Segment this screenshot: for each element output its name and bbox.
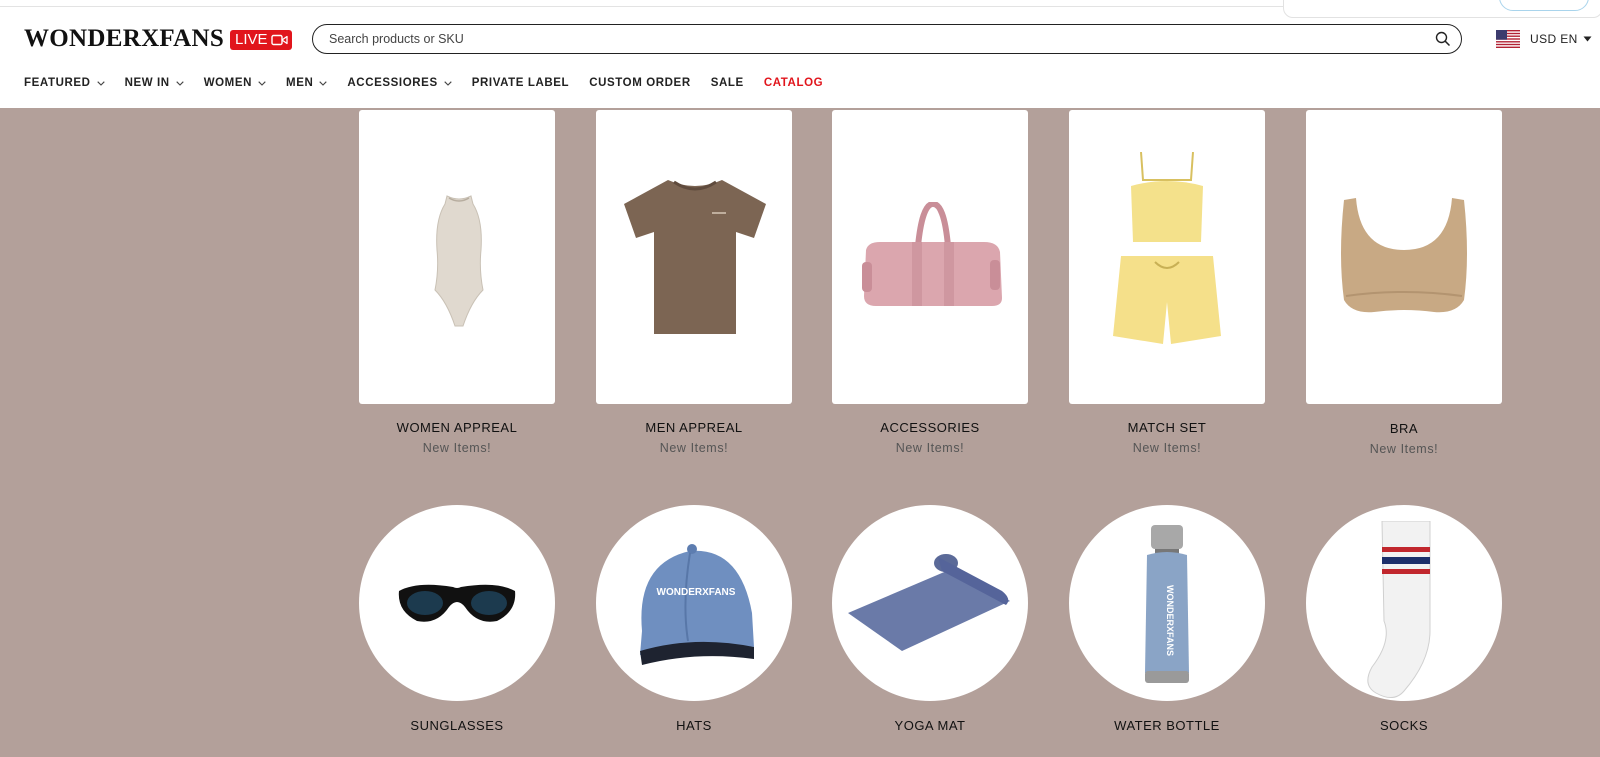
nav-item-private-label[interactable]: PRIVATE LABEL [472, 77, 569, 89]
category-title[interactable]: MATCH SET [1069, 420, 1265, 435]
nav-item-label: PRIVATE LABEL [471, 77, 570, 89]
category-card[interactable] [1069, 110, 1265, 404]
category-subtitle: New Items! [895, 441, 965, 455]
nav-item-men[interactable]: MEN [286, 77, 328, 89]
svg-text:WONDERXFANS: WONDERXFANS [657, 587, 736, 598]
nav-item-accessiores[interactable]: ACCESSIORES [347, 77, 452, 89]
locale-selector[interactable]: USD EN [1530, 32, 1592, 46]
category-card[interactable] [832, 110, 1028, 404]
category-title[interactable]: MEN APPREAL [596, 420, 792, 435]
main-nav: FEATURED NEW IN WOMEN MEN ACCESSIORES PRIVATE… [24, 77, 843, 89]
socks-image [1358, 520, 1450, 706]
bodysuit-image [419, 190, 499, 335]
category-card[interactable] [1306, 110, 1502, 404]
nav-item-label: SALE [710, 77, 744, 89]
live-label: LIVE [235, 31, 268, 48]
yoga-mat-image [846, 551, 1014, 660]
nav-item-label: FEATURED [24, 77, 91, 89]
duffel-bag-image [856, 201, 1006, 317]
nav-item-women[interactable]: WOMEN [204, 77, 266, 89]
category-subtitle: New Items! [1132, 441, 1202, 455]
category-subtitle: New Items! [422, 441, 492, 455]
svg-text:WONDERXFANS: WONDERXFANS [1165, 585, 1175, 656]
accessory-title[interactable]: SOCKS [1306, 718, 1502, 733]
bra-image [1336, 196, 1472, 323]
tshirt-image [620, 176, 770, 343]
accessory-title[interactable]: YOGA MAT [832, 718, 1028, 733]
us-flag-icon[interactable] [1496, 30, 1520, 48]
nav-item-label: CUSTOM ORDER [589, 77, 691, 89]
nav-item-label: NEW IN [124, 77, 170, 89]
chevron-down-icon [258, 80, 266, 86]
popup-panel [1283, 0, 1600, 18]
accessory-card[interactable]: WONDERXFANS [1069, 505, 1265, 701]
nav-item-label: WOMEN [203, 77, 253, 89]
nav-item-custom-order[interactable]: CUSTOM ORDER [589, 77, 691, 89]
category-title[interactable]: ACCESSORIES [832, 420, 1028, 435]
chevron-down-icon [444, 80, 452, 86]
locale-label: USD EN [1530, 32, 1578, 46]
chevron-down-icon [175, 80, 184, 86]
bottle-image: WONDERXFANS [1141, 525, 1193, 690]
category-title[interactable]: WOMEN APPREAL [359, 420, 555, 435]
site-header: WONDERXFANS LIVE USD EN FEATURED NEW IN WO… [0, 0, 1600, 108]
accessory-title[interactable]: WATER BOTTLE [1069, 718, 1265, 733]
accessory-card[interactable] [359, 505, 555, 701]
search-input[interactable] [329, 29, 1419, 49]
category-subtitle: New Items! [1369, 442, 1439, 456]
chevron-down-icon [96, 80, 105, 86]
accessory-card[interactable] [1306, 505, 1502, 701]
cap-image: WONDERXFANS [630, 543, 760, 670]
match-set-image [1107, 151, 1227, 357]
accessory-card[interactable] [832, 505, 1028, 701]
chevron-down-icon [319, 80, 328, 86]
accessory-card[interactable]: WONDERXFANS [596, 505, 792, 701]
category-title[interactable]: BRA [1306, 421, 1502, 436]
nav-item-catalog[interactable]: CATALOG [764, 77, 823, 89]
search-bar [312, 24, 1462, 54]
nav-item-label: MEN [286, 77, 314, 89]
nav-item-featured[interactable]: FEATURED [24, 77, 105, 89]
live-button[interactable]: LIVE [230, 30, 292, 50]
site-logo[interactable]: WONDERXFANS [24, 25, 224, 53]
accessory-title[interactable]: SUNGLASSES [359, 718, 555, 733]
caret-down-icon [1583, 36, 1592, 42]
category-card[interactable] [596, 110, 792, 404]
category-card[interactable] [359, 110, 555, 404]
search-icon[interactable] [1435, 31, 1451, 47]
category-subtitle: New Items! [659, 441, 729, 455]
nav-item-label: ACCESSIORES [347, 77, 438, 89]
accessory-title[interactable]: HATS [596, 718, 792, 733]
sunglasses-image [397, 581, 517, 630]
nav-item-sale[interactable]: SALE [711, 77, 744, 89]
nav-item-new-in[interactable]: NEW IN [125, 77, 184, 89]
video-camera-icon [270, 34, 288, 46]
popup-button[interactable] [1499, 0, 1589, 11]
nav-item-label: CATALOG [763, 77, 824, 89]
